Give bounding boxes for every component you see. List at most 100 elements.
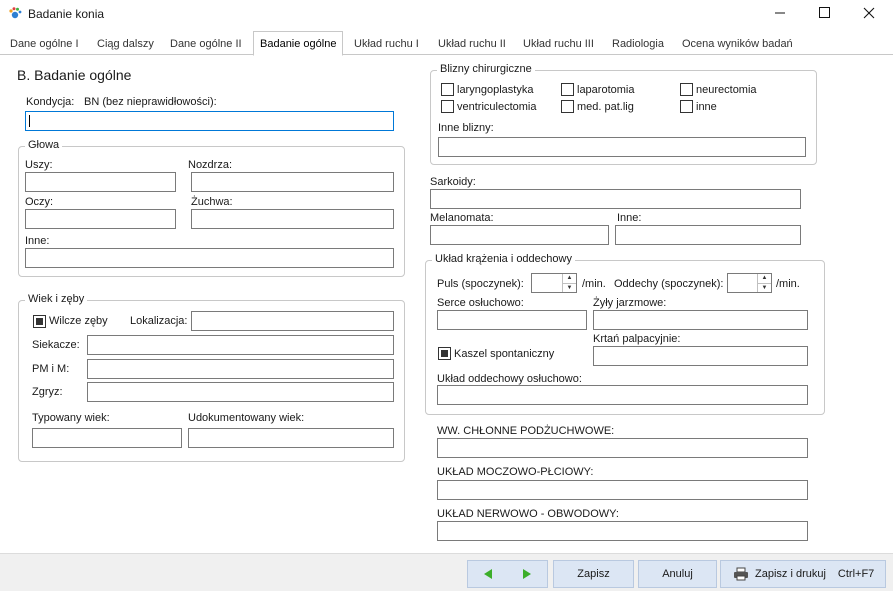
tab-ciag-dalszy[interactable]: Ciąg dalszy: [91, 33, 160, 55]
lokalizacja-input[interactable]: [191, 311, 394, 331]
close-icon[interactable]: [862, 6, 876, 20]
laryngoplastyka-checkbox[interactable]: [441, 83, 454, 96]
oddechy-unit: /min.: [776, 278, 800, 290]
laryngoplastyka-label: laryngoplastyka: [457, 84, 534, 96]
spin-up-icon[interactable]: ▲: [758, 274, 771, 283]
uszy-label-text: Uszy:: [25, 159, 53, 171]
tab-strip: Dane ogólne I Ciąg dalszy Dane ogólne II…: [0, 31, 893, 56]
puls-spinner-arrows[interactable]: ▲ ▼: [562, 274, 576, 292]
zuchwa-label: Żuchwa:: [191, 196, 233, 208]
cancel-button[interactable]: Anuluj: [638, 560, 717, 588]
save-button[interactable]: Zapisz: [553, 560, 634, 588]
section-title: B. Badanie ogólne: [17, 67, 132, 83]
melanomata-input[interactable]: [430, 225, 609, 245]
melanomata-label: Melanomata:: [430, 212, 494, 224]
oddechowy-input[interactable]: [437, 385, 808, 405]
moczowo-label: UKŁAD MOCZOWO-PŁCIOWY:: [437, 466, 594, 478]
ww-label: WW. CHŁONNE PODŻUCHWOWE:: [437, 425, 615, 437]
nerwowo-input[interactable]: [437, 521, 808, 541]
laparotomia-checkbox[interactable]: [561, 83, 574, 96]
inne-skora-label: Inne:: [617, 212, 642, 224]
oddechy-label: Oddechy (spoczynek):: [614, 278, 724, 290]
title-bar: Badanie konia: [0, 0, 893, 27]
ww-input[interactable]: [437, 438, 808, 458]
neurectomia-label: neurectomia: [696, 84, 757, 96]
inne-blizny-input[interactable]: [438, 137, 806, 157]
spin-up-icon[interactable]: ▲: [563, 274, 576, 283]
krazenie-title: Układ krążenia i oddechowy: [432, 253, 575, 265]
oddechowy-label: Układ oddechowy osłuchowo:: [437, 373, 582, 385]
save-print-label: Zapisz i drukuj: [755, 568, 826, 580]
inne-checkbox[interactable]: [680, 100, 693, 113]
tab-radiologia[interactable]: Radiologia: [606, 33, 670, 55]
pm-label: PM i M:: [32, 363, 70, 375]
wiek-title: Wiek i zęby: [25, 293, 88, 305]
footer-bar: Zapisz Anuluj Zapisz i drukuj Ctrl+F7: [0, 553, 893, 591]
tab-uklad-ruchu-3[interactable]: Układ ruchu III: [517, 33, 600, 55]
window-title: Badanie konia: [28, 7, 105, 21]
tab-dane-ogolne-1[interactable]: Dane ogólne I: [4, 33, 85, 55]
kondycja-input[interactable]: [25, 111, 394, 131]
zyly-label: Żyły jarzmowe:: [593, 297, 667, 309]
uszy-input[interactable]: [25, 172, 176, 192]
siekacze-input[interactable]: [87, 335, 394, 355]
oddechy-spinner-arrows[interactable]: ▲ ▼: [757, 274, 771, 292]
glowa-inne-input[interactable]: [25, 248, 394, 268]
shortcut-label: Ctrl+F7: [837, 568, 875, 580]
oddechy-spinner[interactable]: ▲ ▼: [727, 273, 772, 293]
moczowo-input[interactable]: [437, 480, 808, 500]
kondycja-hint: BN (bez nieprawidłowości):: [84, 96, 217, 108]
zyly-input[interactable]: [593, 310, 808, 330]
udokumentowany-wiek-input[interactable]: [188, 428, 394, 448]
serce-input[interactable]: [437, 310, 587, 330]
udokumentowany-wiek-label: Udokumentowany wiek:: [188, 412, 305, 424]
arrow-left-icon[interactable]: [482, 568, 494, 580]
tab-badanie-ogolne[interactable]: Badanie ogólne: [253, 31, 344, 56]
puls-unit: /min.: [582, 278, 606, 290]
spin-down-icon[interactable]: ▼: [758, 282, 771, 293]
nav-buttons: [467, 560, 548, 588]
zgryz-input[interactable]: [87, 382, 394, 402]
nerwowo-label: UKŁAD NERWOWO - OBWODOWY:: [437, 508, 619, 520]
save-print-button[interactable]: Zapisz i drukuj Ctrl+F7: [720, 560, 886, 588]
zgryz-label: Zgryz:: [32, 386, 63, 398]
paw-icon: [9, 7, 22, 19]
puls-spinner[interactable]: ▲ ▼: [531, 273, 577, 293]
ventriculectomia-label: ventriculectomia: [457, 101, 537, 113]
tab-dane-ogolne-2[interactable]: Dane ogólne II: [164, 33, 248, 55]
tab-uklad-ruchu-1[interactable]: Układ ruchu I: [348, 33, 425, 55]
ventriculectomia-checkbox[interactable]: [441, 100, 454, 113]
sarkoidy-label: Sarkoidy:: [430, 176, 476, 188]
wilcze-zeby-checkbox[interactable]: [33, 315, 46, 328]
inne-checkbox-label: inne: [696, 101, 717, 113]
lokalizacja-label: Lokalizacja:: [130, 315, 188, 327]
typowany-wiek-input[interactable]: [32, 428, 182, 448]
inne-skora-input[interactable]: [615, 225, 801, 245]
typowany-wiek-label: Typowany wiek:: [32, 412, 110, 424]
tab-uklad-ruchu-2[interactable]: Układ ruchu II: [432, 33, 512, 55]
zuchwa-input[interactable]: [191, 209, 394, 229]
spin-down-icon[interactable]: ▼: [563, 282, 576, 293]
glowa-inne-label: Inne:: [25, 235, 50, 247]
laparotomia-label: laparotomia: [577, 84, 635, 96]
pm-input[interactable]: [87, 359, 394, 379]
wilcze-zeby-label: Wilcze zęby: [49, 315, 108, 327]
krtan-input[interactable]: [593, 346, 808, 366]
oczy-label: Oczy:: [25, 196, 54, 208]
kaszel-label: Kaszel spontaniczny: [454, 348, 555, 360]
minimize-icon[interactable]: [773, 6, 787, 20]
tab-ocena-wynikow[interactable]: Ocena wyników badań: [676, 33, 799, 55]
puls-label: Puls (spoczynek):: [437, 278, 524, 290]
neurectomia-checkbox[interactable]: [680, 83, 693, 96]
kondycja-label: Kondycja:: [26, 96, 75, 108]
med-pat-lig-label: med. pat.lig: [577, 101, 634, 113]
krtan-label: Krtań palpacyjnie:: [593, 333, 681, 345]
oczy-input[interactable]: [25, 209, 176, 229]
sarkoidy-input[interactable]: [430, 189, 801, 209]
serce-label: Serce osłuchowo:: [437, 297, 524, 309]
med-pat-lig-checkbox[interactable]: [561, 100, 574, 113]
nozdrza-input[interactable]: [191, 172, 394, 192]
kaszel-checkbox[interactable]: [438, 347, 451, 360]
arrow-right-icon[interactable]: [521, 568, 533, 580]
maximize-icon[interactable]: [818, 6, 832, 20]
